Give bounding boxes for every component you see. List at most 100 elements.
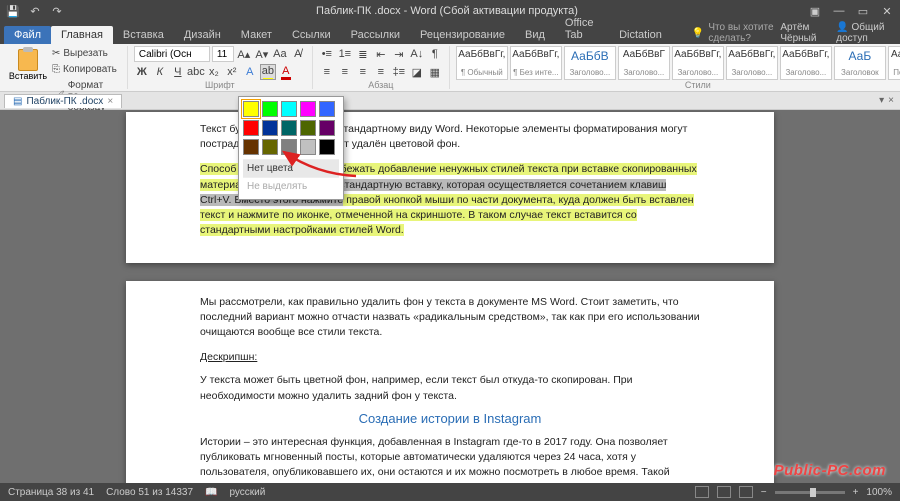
color-swatch[interactable] bbox=[319, 139, 335, 155]
minimize-icon[interactable]: — bbox=[832, 4, 846, 18]
tell-me-search[interactable]: 💡 Что вы хотите сделать? bbox=[692, 22, 780, 44]
superscript-button[interactable]: x² bbox=[224, 64, 240, 80]
clear-format-icon[interactable]: A̸ bbox=[290, 46, 306, 62]
zoom-slider[interactable] bbox=[775, 491, 845, 494]
color-swatch[interactable] bbox=[262, 101, 278, 117]
line-spacing-icon[interactable]: ‡≡ bbox=[391, 64, 407, 80]
tab-home[interactable]: Главная bbox=[51, 26, 113, 44]
tab-layout[interactable]: Макет bbox=[231, 26, 282, 44]
multilevel-icon[interactable]: ≣ bbox=[355, 46, 371, 62]
color-swatch[interactable] bbox=[300, 139, 316, 155]
language-status[interactable]: русский bbox=[229, 487, 265, 498]
close-tab-icon[interactable]: × bbox=[107, 96, 113, 107]
style-item[interactable]: АаБЗаголовок bbox=[834, 46, 886, 80]
proofing-icon[interactable]: 📖 bbox=[205, 487, 217, 498]
sort-icon[interactable]: A↓ bbox=[409, 46, 425, 62]
zoom-in-icon[interactable]: + bbox=[853, 487, 859, 498]
lightbulb-icon: 💡 bbox=[692, 28, 704, 39]
inc-indent-icon[interactable]: ⇥ bbox=[391, 46, 407, 62]
tab-dictation[interactable]: Dictation bbox=[609, 26, 672, 44]
copy-button[interactable]: ⎘ Копировать bbox=[48, 62, 121, 77]
tab-officetab[interactable]: Office Tab bbox=[555, 14, 609, 44]
align-left-icon[interactable]: ≡ bbox=[319, 64, 335, 80]
align-center-icon[interactable]: ≡ bbox=[337, 64, 353, 80]
word-counter[interactable]: Слово 51 из 14337 bbox=[106, 487, 193, 498]
color-swatch[interactable] bbox=[262, 139, 278, 155]
read-mode-icon[interactable] bbox=[695, 486, 709, 498]
style-item[interactable]: АаБбВвГг,Заголово... bbox=[726, 46, 778, 80]
maximize-icon[interactable]: ▭ bbox=[856, 4, 870, 18]
bullets-icon[interactable]: •≡ bbox=[319, 46, 335, 62]
subscript-button[interactable]: x₂ bbox=[206, 64, 222, 80]
tab-dropdown-icon[interactable]: ▾ bbox=[879, 95, 884, 106]
font-name-select[interactable]: Calibri (Осн bbox=[134, 46, 210, 62]
italic-button[interactable]: К bbox=[152, 64, 168, 80]
tab-review[interactable]: Рецензирование bbox=[410, 26, 515, 44]
no-color-option[interactable]: Нет цвета bbox=[243, 159, 339, 177]
change-case-icon[interactable]: Aa bbox=[272, 46, 288, 62]
style-item[interactable]: АаБбВвГЗаголово... bbox=[618, 46, 670, 80]
dec-indent-icon[interactable]: ⇤ bbox=[373, 46, 389, 62]
user-name[interactable]: Артём Чёрный bbox=[780, 22, 826, 44]
cut-button[interactable]: ✂ Вырезать bbox=[48, 46, 121, 61]
ribbon-options-icon[interactable]: ▣ bbox=[808, 4, 822, 18]
color-swatch[interactable] bbox=[281, 139, 297, 155]
style-item[interactable]: АаБбВвГг,Заголово... bbox=[672, 46, 724, 80]
grow-font-icon[interactable]: A▴ bbox=[236, 46, 252, 62]
highlight-color-button[interactable]: ab bbox=[260, 64, 276, 80]
close-icon[interactable]: ✕ bbox=[880, 4, 894, 18]
tab-references[interactable]: Ссылки bbox=[282, 26, 341, 44]
bold-button[interactable]: Ж bbox=[134, 64, 150, 80]
color-swatch[interactable] bbox=[243, 139, 259, 155]
color-swatch[interactable] bbox=[300, 120, 316, 136]
body-text: Дескрипшн: bbox=[200, 350, 700, 365]
undo-icon[interactable]: ↶ bbox=[28, 4, 42, 18]
tab-file[interactable]: Файл bbox=[4, 26, 51, 44]
show-marks-icon[interactable]: ¶ bbox=[427, 46, 443, 62]
style-item[interactable]: АаБбВвГгПодзагол... bbox=[888, 46, 900, 80]
zoom-level[interactable]: 100% bbox=[866, 487, 892, 498]
share-button[interactable]: 👤 Общий доступ bbox=[836, 22, 892, 44]
color-swatch[interactable] bbox=[243, 120, 259, 136]
font-color-button[interactable]: A bbox=[278, 64, 294, 80]
strike-button[interactable]: abc bbox=[188, 64, 204, 80]
style-item[interactable]: АаБбВвГг,¶ Без инте... bbox=[510, 46, 562, 80]
redo-icon[interactable]: ↷ bbox=[50, 4, 64, 18]
zoom-out-icon[interactable]: − bbox=[761, 487, 767, 498]
tab-bar-close-icon[interactable]: × bbox=[888, 95, 894, 106]
page-counter[interactable]: Страница 38 из 41 bbox=[8, 487, 94, 498]
align-right-icon[interactable]: ≡ bbox=[355, 64, 371, 80]
justify-icon[interactable]: ≡ bbox=[373, 64, 389, 80]
borders-icon[interactable]: ▦ bbox=[427, 64, 443, 80]
text-effects-icon[interactable]: A bbox=[242, 64, 258, 80]
color-swatch-grid bbox=[243, 101, 339, 155]
document-workspace[interactable]: Текст будет преобразован к стандартному … bbox=[0, 110, 900, 483]
web-layout-icon[interactable] bbox=[739, 486, 753, 498]
tab-mailings[interactable]: Рассылки bbox=[341, 26, 410, 44]
document-tab[interactable]: ▤ Паблик-ПК .docx × bbox=[4, 94, 122, 108]
font-size-select[interactable]: 11 bbox=[212, 46, 234, 62]
color-swatch[interactable] bbox=[319, 101, 335, 117]
color-swatch[interactable] bbox=[281, 101, 297, 117]
underline-button[interactable]: Ч bbox=[170, 64, 186, 80]
style-item[interactable]: АаБбВЗаголово... bbox=[564, 46, 616, 80]
styles-gallery[interactable]: АаБбВвГг,¶ ОбычныйАаБбВвГг,¶ Без инте...… bbox=[456, 46, 900, 80]
numbering-icon[interactable]: 1≡ bbox=[337, 46, 353, 62]
style-item[interactable]: АаБбВвГг,Заголово... bbox=[780, 46, 832, 80]
body-text: Истории – это интересная функция, добавл… bbox=[200, 435, 700, 481]
color-swatch[interactable] bbox=[281, 120, 297, 136]
shading-icon[interactable]: ◪ bbox=[409, 64, 425, 80]
paste-button[interactable]: Вставить bbox=[10, 46, 46, 84]
style-item[interactable]: АаБбВвГг,¶ Обычный bbox=[456, 46, 508, 80]
color-swatch[interactable] bbox=[262, 120, 278, 136]
color-swatch[interactable] bbox=[319, 120, 335, 136]
tab-insert[interactable]: Вставка bbox=[113, 26, 174, 44]
print-layout-icon[interactable] bbox=[717, 486, 731, 498]
group-font: Calibri (Осн 11 A▴ A▾ Aa A̸ Ж К Ч abc x₂… bbox=[128, 46, 313, 89]
color-swatch[interactable] bbox=[243, 101, 259, 117]
tab-view[interactable]: Вид bbox=[515, 26, 555, 44]
color-swatch[interactable] bbox=[300, 101, 316, 117]
shrink-font-icon[interactable]: A▾ bbox=[254, 46, 270, 62]
tab-design[interactable]: Дизайн bbox=[174, 26, 231, 44]
save-icon[interactable]: 💾 bbox=[6, 4, 20, 18]
